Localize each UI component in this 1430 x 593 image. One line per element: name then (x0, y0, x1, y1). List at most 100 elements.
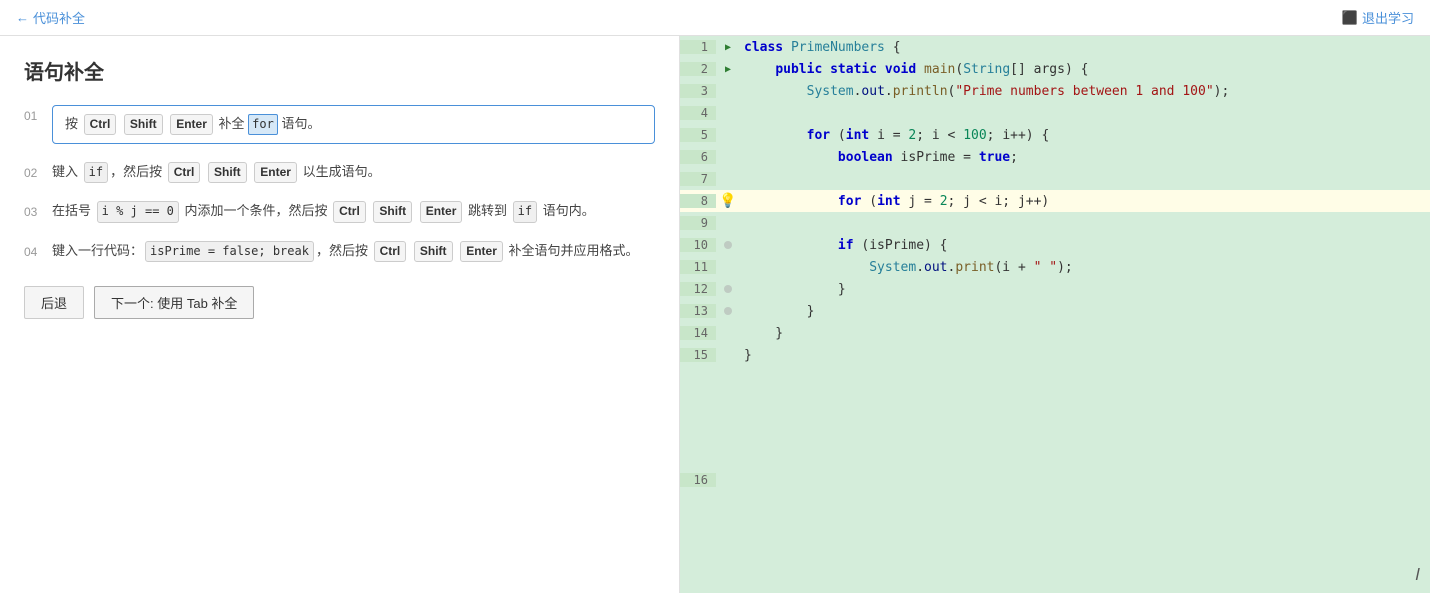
code-line-8: 8 💡 for (int j = 2; j < i; j++) (680, 190, 1430, 212)
steps-container: 01 按 Ctrl Shift Enter 补全 for 语句。 02 键入 i… (24, 105, 655, 262)
dot-icon-13 (724, 307, 732, 315)
step-04-content: 键入一行代码：isPrime = false; break，然后按 Ctrl S… (52, 241, 655, 262)
line-number-9: 9 (680, 216, 716, 230)
line-number-5: 5 (680, 128, 716, 142)
code-if-2: if (513, 201, 537, 222)
code-line-5: 5 for (int i = 2; i < 100; i++) { (680, 124, 1430, 146)
back-arrow-icon: ← (16, 10, 29, 25)
code-condition: i % j == 0 (97, 201, 179, 222)
code-line-4: 4 (680, 102, 1430, 124)
step-03-number: 03 (24, 203, 52, 222)
key-ctrl: Ctrl (84, 114, 117, 135)
line-indicator-8: 💡 (716, 193, 740, 209)
play-icon-1: ▶ (725, 42, 731, 53)
code-content-8: for (int j = 2; j < i; j++) (740, 194, 1430, 209)
dot-icon-10 (724, 241, 732, 249)
code-content-15: } (740, 348, 1430, 363)
line-number-1: 1 (680, 40, 716, 54)
code-line-15: 15 } (680, 344, 1430, 366)
back-link[interactable]: ← 代码补全 (16, 8, 85, 27)
line-number-8: 8 (680, 194, 716, 208)
code-line-2: 2 ▶ public static void main(String[] arg… (680, 58, 1430, 80)
step-04-number: 04 (24, 243, 52, 262)
line-indicator-13 (716, 307, 740, 315)
key-shift: Shift (124, 114, 163, 135)
step-03: 03 在括号 i % j == 0 内添加一个条件，然后按 Ctrl Shift… (24, 201, 655, 222)
code-line-6: 6 boolean isPrime = true; (680, 146, 1430, 168)
code-line-13: 13 } (680, 300, 1430, 322)
key-shift-2: Shift (208, 162, 247, 183)
key-enter-4: Enter (460, 241, 503, 262)
step-01: 01 按 Ctrl Shift Enter 补全 for 语句。 (24, 105, 655, 144)
code-line-14: 14 } (680, 322, 1430, 344)
main-content: 语句补全 01 按 Ctrl Shift Enter 补全 for 语句。 02… (0, 36, 1430, 593)
key-ctrl-4: Ctrl (374, 241, 407, 262)
key-shift-4: Shift (414, 241, 453, 262)
code-line-1: 1 ▶ class PrimeNumbers { (680, 36, 1430, 58)
exit-label: 退出学习 (1362, 8, 1414, 27)
line-number-11: 11 (680, 260, 716, 274)
code-line-7: 7 (680, 168, 1430, 190)
code-content-3: System.out.println("Prime numbers betwee… (740, 84, 1430, 99)
left-panel: 语句补全 01 按 Ctrl Shift Enter 补全 for 语句。 02… (0, 36, 680, 593)
step-02-content: 键入 if，然后按 Ctrl Shift Enter 以生成语句。 (52, 162, 655, 183)
key-enter: Enter (170, 114, 213, 135)
line-number-14: 14 (680, 326, 716, 340)
line-number-13: 13 (680, 304, 716, 318)
key-enter-2: Enter (254, 162, 297, 183)
exit-link[interactable]: ⬛ 退出学习 (1342, 8, 1414, 27)
code-content-6: boolean isPrime = true; (740, 150, 1430, 165)
line-indicator-10 (716, 241, 740, 249)
step-03-content: 在括号 i % j == 0 内添加一个条件，然后按 Ctrl Shift En… (52, 201, 655, 222)
exit-icon: ⬛ (1342, 10, 1358, 26)
step-02-number: 02 (24, 164, 52, 183)
code-isfalse: isPrime = false; break (145, 241, 314, 262)
line-number-16: 16 (680, 473, 716, 487)
code-line-11: 11 System.out.print(i + " "); (680, 256, 1430, 278)
line-number-4: 4 (680, 106, 716, 120)
line-indicator-12 (716, 285, 740, 293)
back-button[interactable]: 后退 (24, 286, 84, 319)
code-if-1: if (84, 162, 108, 183)
line-number-3: 3 (680, 84, 716, 98)
code-content-13: } (740, 304, 1430, 319)
code-line-9: 9 (680, 212, 1430, 234)
code-line-3: 3 System.out.println("Prime numbers betw… (680, 80, 1430, 102)
text-cursor: 𝐼 (1416, 567, 1420, 585)
line-number-6: 6 (680, 150, 716, 164)
button-row: 后退 下一个: 使用 Tab 补全 (24, 286, 655, 319)
play-icon-2: ▶ (725, 64, 731, 75)
step-01-number: 01 (24, 107, 52, 126)
line-number-15: 15 (680, 348, 716, 362)
key-enter-3: Enter (420, 201, 463, 222)
code-content-2: public static void main(String[] args) { (740, 62, 1430, 77)
code-content-10: if (isPrime) { (740, 238, 1430, 253)
bulb-icon-8: 💡 (719, 193, 736, 209)
code-content-11: System.out.print(i + " "); (740, 260, 1430, 275)
code-line-10: 10 if (isPrime) { (680, 234, 1430, 256)
line-number-12: 12 (680, 282, 716, 296)
line-number-7: 7 (680, 172, 716, 186)
key-ctrl-3: Ctrl (333, 201, 366, 222)
step-04: 04 键入一行代码：isPrime = false; break，然后按 Ctr… (24, 241, 655, 262)
line-number-2: 2 (680, 62, 716, 76)
code-line-12: 12 } (680, 278, 1430, 300)
keyword-for: for (248, 114, 278, 135)
code-content-5: for (int i = 2; i < 100; i++) { (740, 128, 1430, 143)
next-button[interactable]: 下一个: 使用 Tab 补全 (94, 286, 254, 319)
back-label: 代码补全 (33, 8, 85, 27)
step-02: 02 键入 if，然后按 Ctrl Shift Enter 以生成语句。 (24, 162, 655, 183)
line-number-10: 10 (680, 238, 716, 252)
code-editor: 1 ▶ class PrimeNumbers { 2 ▶ public stat… (680, 36, 1430, 593)
code-content-12: } (740, 282, 1430, 297)
key-shift-3: Shift (373, 201, 412, 222)
right-panel: 1 ▶ class PrimeNumbers { 2 ▶ public stat… (680, 36, 1430, 593)
code-content-14: } (740, 326, 1430, 341)
line-indicator-1: ▶ (716, 42, 740, 53)
panel-title: 语句补全 (24, 56, 655, 85)
line-indicator-2: ▶ (716, 64, 740, 75)
step-01-content: 按 Ctrl Shift Enter 补全 for 语句。 (52, 105, 655, 144)
key-ctrl-2: Ctrl (168, 162, 201, 183)
code-line-16: 16 (680, 366, 1430, 593)
top-nav: ← 代码补全 ⬛ 退出学习 (0, 0, 1430, 36)
